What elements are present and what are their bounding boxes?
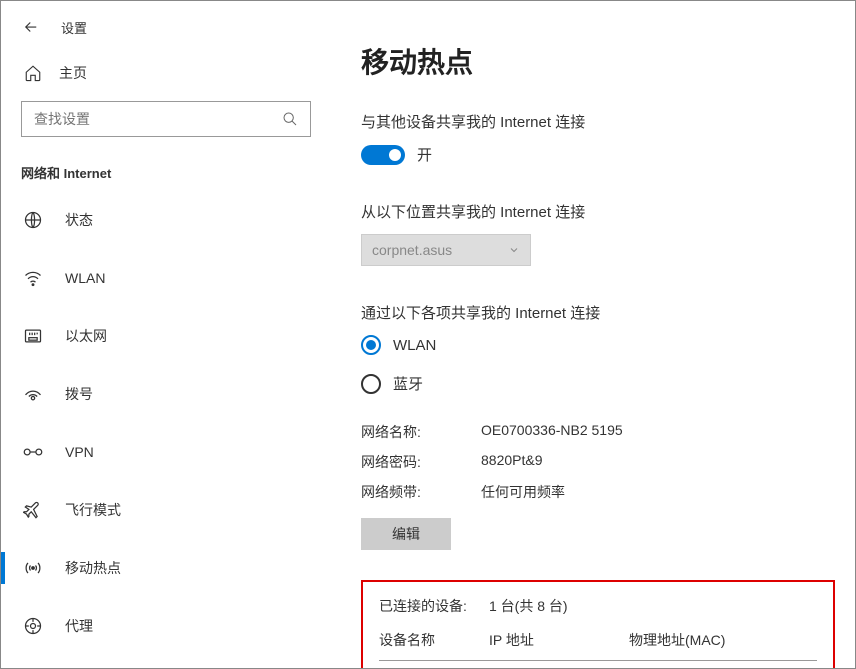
- connected-count-row: 已连接的设备: 1 台(共 8 台): [379, 596, 817, 616]
- radio-wlan[interactable]: WLAN: [361, 335, 835, 355]
- hotspot-icon: [23, 558, 43, 578]
- sidebar-item-ethernet[interactable]: 以太网: [1, 314, 331, 358]
- settings-label: 设置: [61, 18, 87, 37]
- info-value: OE0700336-NB2 5195: [481, 422, 835, 442]
- back-button[interactable]: [21, 17, 41, 37]
- header-bar: 设置: [1, 9, 331, 53]
- sidebar-item-label: 飞行模式: [65, 500, 121, 520]
- sidebar-item-proxy[interactable]: 代理: [1, 604, 331, 648]
- table-row: 未知 192.168.137.245 7e:b9:f0:e8:ec:27: [379, 665, 817, 668]
- info-value: 8820Pt&9: [481, 452, 835, 472]
- edit-button[interactable]: 编辑: [361, 518, 451, 550]
- sidebar-item-label: 拨号: [65, 384, 93, 404]
- info-label: 网络频带:: [361, 482, 481, 502]
- sidebar-item-vpn[interactable]: VPN: [1, 430, 331, 474]
- sidebar-item-hotspot[interactable]: 移动热点: [1, 546, 331, 590]
- wifi-icon: [23, 268, 43, 288]
- connected-devices-box: 已连接的设备: 1 台(共 8 台) 设备名称 IP 地址 物理地址(MAC) …: [361, 580, 835, 668]
- sidebar: 设置 主页 网络和 Internet 状态 WLAN: [1, 1, 331, 668]
- table-header: 设备名称 IP 地址 物理地址(MAC): [379, 630, 817, 661]
- info-value: 任何可用频率: [481, 482, 835, 502]
- share-via-radio-group: WLAN 蓝牙: [361, 335, 835, 394]
- search-icon: [282, 111, 298, 127]
- status-icon: [23, 210, 43, 230]
- airplane-icon: [23, 500, 43, 520]
- dialup-icon: [23, 384, 43, 404]
- share-from-label: 从以下位置共享我的 Internet 连接: [361, 201, 835, 222]
- sidebar-item-label: VPN: [65, 444, 94, 460]
- connected-value: 1 台(共 8 台): [489, 596, 568, 616]
- sidebar-item-status[interactable]: 状态: [1, 198, 331, 242]
- info-label: 网络密码:: [361, 452, 481, 472]
- sidebar-item-airplane[interactable]: 飞行模式: [1, 488, 331, 532]
- share-toggle[interactable]: [361, 145, 405, 165]
- sidebar-item-label: 移动热点: [65, 558, 121, 578]
- vpn-icon: [23, 442, 43, 462]
- chevron-down-icon: [508, 244, 520, 256]
- home-link[interactable]: 主页: [1, 53, 331, 97]
- radio-bluetooth[interactable]: 蓝牙: [361, 373, 835, 394]
- sidebar-item-label: 以太网: [65, 326, 107, 346]
- radio-circle: [361, 335, 381, 355]
- sidebar-item-label: 状态: [65, 210, 93, 230]
- toggle-state-label: 开: [417, 144, 432, 165]
- network-band-row: 网络频带: 任何可用频率: [361, 482, 835, 502]
- home-icon: [23, 63, 43, 83]
- ethernet-icon: [23, 326, 43, 346]
- sidebar-item-label: WLAN: [65, 270, 105, 286]
- share-via-label: 通过以下各项共享我的 Internet 连接: [361, 302, 835, 323]
- radio-label: WLAN: [393, 337, 436, 354]
- arrow-left-icon: [22, 18, 40, 36]
- col-name-header: 设备名称: [379, 630, 489, 650]
- main-content: 移动热点 与其他设备共享我的 Internet 连接 开 从以下位置共享我的 I…: [331, 1, 855, 668]
- search-input[interactable]: [34, 111, 282, 127]
- sidebar-item-dialup[interactable]: 拨号: [1, 372, 331, 416]
- info-label: 网络名称:: [361, 422, 481, 442]
- section-title: 网络和 Internet: [1, 157, 331, 198]
- col-mac-header: 物理地址(MAC): [629, 630, 817, 650]
- radio-circle: [361, 374, 381, 394]
- sidebar-item-wlan[interactable]: WLAN: [1, 256, 331, 300]
- col-ip-header: IP 地址: [489, 630, 629, 650]
- network-name-row: 网络名称: OE0700336-NB2 5195: [361, 422, 835, 442]
- share-from-dropdown[interactable]: corpnet.asus: [361, 234, 531, 266]
- search-box[interactable]: [21, 101, 311, 137]
- home-label: 主页: [59, 63, 87, 83]
- toggle-knob: [389, 149, 401, 161]
- connected-label: 已连接的设备:: [379, 596, 489, 616]
- network-password-row: 网络密码: 8820Pt&9: [361, 452, 835, 472]
- page-title: 移动热点: [361, 41, 835, 81]
- proxy-icon: [23, 616, 43, 636]
- radio-label: 蓝牙: [393, 373, 423, 394]
- share-label: 与其他设备共享我的 Internet 连接: [361, 111, 835, 132]
- sidebar-item-label: 代理: [65, 616, 93, 636]
- dropdown-value: corpnet.asus: [372, 242, 452, 258]
